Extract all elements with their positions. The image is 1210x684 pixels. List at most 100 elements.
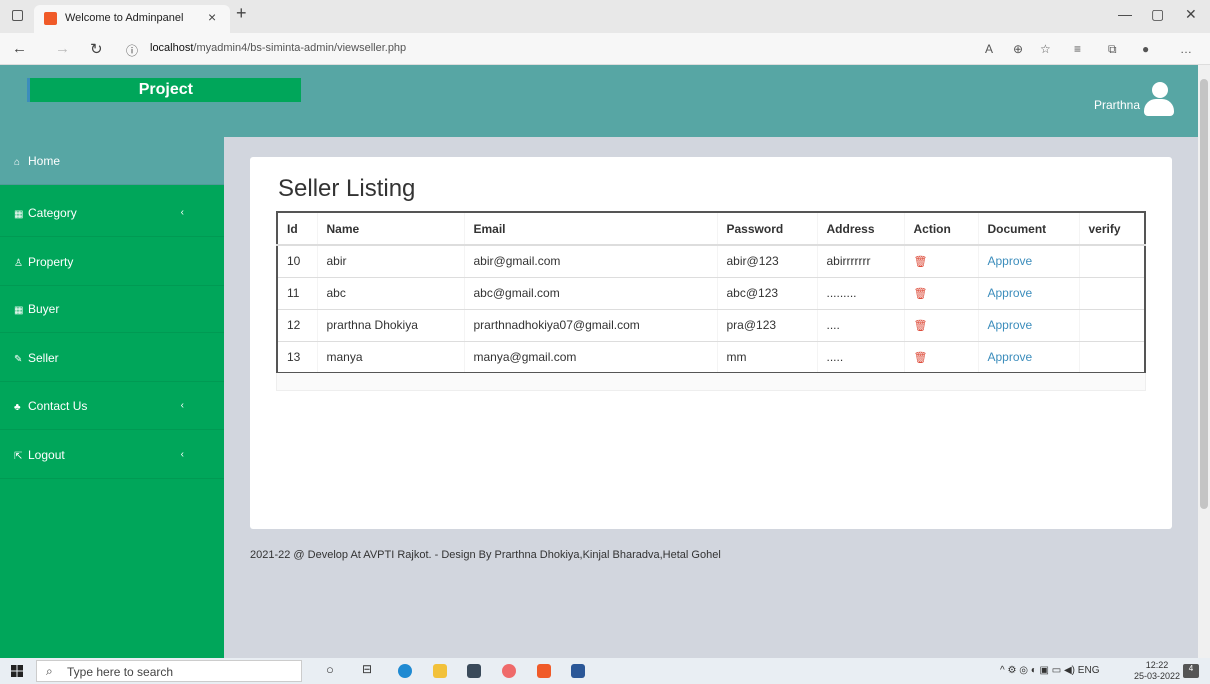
sidebar-item-label: Category [28,206,77,220]
column-header-email: Email [463,211,718,246]
approve-link[interactable]: Approve [988,318,1033,332]
cell-address: ..... [816,340,905,374]
cell-password: abc@123 [716,276,818,310]
column-header-verify: verify [1078,211,1146,246]
delete-icon[interactable]: 🗑 [914,320,928,332]
cell-verify [1078,308,1146,342]
column-header-action: Action [903,211,979,246]
cell-password: mm [716,340,818,374]
sidebar-item-label: Buyer [28,302,60,316]
taskbar-search[interactable]: ⌕ Type here to search [36,660,302,682]
sidebar-item-property[interactable]: ♙ Property [0,238,224,286]
table-footer-strip [276,373,1146,391]
sidebar-item-label: Logout [28,448,65,462]
app-icon[interactable] [502,664,516,678]
cell-email: prarthnadhokiya07@gmail.com [463,308,718,342]
reload-icon[interactable]: ↻ [90,40,103,58]
favorites-icon[interactable]: ≡ [1074,42,1081,56]
approve-link[interactable]: Approve [988,286,1033,300]
collections-icon[interactable]: ⧉ [1108,42,1117,57]
sidebar-item-home[interactable]: ⌂ Home [0,137,224,185]
cell-id: 13 [276,340,318,374]
username[interactable]: Prarthna [1094,98,1140,112]
close-window-icon[interactable]: ✕ [1185,6,1197,23]
sidebar-item-label: Property [28,255,74,269]
profile-icon[interactable]: ● [1142,42,1149,56]
chevron-left-icon: ‹ [180,207,184,218]
tray-language: ENG [1077,665,1100,676]
search-placeholder: Type here to search [67,665,174,679]
cell-id: 10 [276,244,318,278]
read-aloud-icon[interactable]: A [985,42,993,56]
delete-icon[interactable]: 🗑 [914,256,928,268]
sidebar-item-buyer[interactable]: ▦ Buyer [0,285,224,333]
task-view-icon[interactable]: ⊟ [362,662,376,676]
tab-actions-icon[interactable] [12,10,23,21]
zoom-icon[interactable]: ⊕ [1013,42,1023,56]
taskbar: ⌕ Type here to search ○ ⊟ ^ ⚙ ◎ ◐ ▣ ▭ ◀)… [0,658,1210,684]
xampp-icon[interactable] [537,664,551,678]
table-row: 12 prarthna Dhokiya prarthnadhokiya07@gm… [276,308,1146,342]
url-field[interactable]: localhost/myadmin4/bs-siminta-admin/view… [150,42,406,54]
new-tab-button[interactable]: + [236,3,247,24]
sidebar-item-label: Contact Us [28,399,88,413]
scrollbar-thumb[interactable] [1200,79,1208,509]
file-explorer-icon[interactable] [433,664,447,678]
cell-email: abir@gmail.com [463,244,718,278]
column-header-password: Password [716,211,818,246]
sidebar-item-contact-us[interactable]: ♣ Contact Us ‹ [0,382,224,430]
edit-icon: ✎ [14,354,23,365]
back-icon[interactable]: ← [12,40,27,57]
word-icon[interactable] [571,664,585,678]
address-bar: ← → ↻ ⓘ localhost/myadmin4/bs-siminta-ad… [0,33,1210,65]
cell-name: abc [316,276,465,310]
forward-icon[interactable]: → [55,40,70,57]
cortana-icon[interactable]: ○ [326,662,340,677]
favorite-add-icon[interactable]: ☆ [1040,42,1051,56]
search-icon: ⌕ [46,664,53,678]
windows-start-icon[interactable] [11,665,23,677]
delete-icon[interactable]: 🗑 [914,288,928,300]
minimize-icon[interactable]: — [1118,6,1132,22]
mail-icon[interactable] [467,664,481,678]
sidebar-item-category[interactable]: ▦ Category ‹ [0,189,224,237]
browser-tab-bar: Welcome to Adminpanel × + — ▢ ✕ [0,0,1210,33]
approve-link[interactable]: Approve [988,254,1033,268]
column-header-id: Id [276,211,318,246]
tab-close-icon[interactable]: × [208,9,216,25]
edge-icon[interactable] [398,664,412,678]
user-avatar-icon[interactable] [1144,82,1174,116]
cell-document: Approve [977,340,1080,374]
notifications-icon[interactable]: 4 [1183,664,1199,678]
cell-verify [1078,276,1146,310]
cell-document: Approve [977,308,1080,342]
cell-email: manya@gmail.com [463,340,718,374]
cell-id: 11 [276,276,318,310]
more-icon[interactable]: … [1180,42,1192,56]
page-scrollbar[interactable] [1198,65,1210,658]
content-box: Seller Listing Id Name Email Password Ad… [250,157,1172,529]
seller-table: Id Name Email Password Address Action Do… [276,211,1146,374]
delete-icon[interactable]: 🗑 [914,352,928,364]
site-info-icon[interactable]: ⓘ [126,42,138,59]
sidebar-item-seller[interactable]: ✎ Seller [0,334,224,382]
cell-password: abir@123 [716,244,818,278]
cell-id: 12 [276,308,318,342]
sidebar-item-logout[interactable]: ⇱ Logout ‹ [0,431,224,479]
cell-verify [1078,340,1146,374]
system-tray[interactable]: ^ ⚙ ◎ ◐ ▣ ▭ ◀) ENG [1000,665,1099,676]
app-header: Project Prarthna [0,65,1198,137]
browser-tab[interactable]: Welcome to Adminpanel × [34,5,230,33]
cell-action: 🗑 [903,308,979,342]
logo[interactable]: Project [27,78,301,102]
cell-action: 🗑 [903,276,979,310]
cell-name: abir [316,244,465,278]
url-host: localhost [150,42,194,54]
clock[interactable]: 12:22 25-03-2022 [1134,660,1180,682]
table-row: 10 abir abir@gmail.com abir@123 abirrrrr… [276,244,1146,278]
sidebar: ⌂ Home ▦ Category ‹ ♙ Property ▦ Buyer ✎ Sell… [0,137,224,658]
approve-link[interactable]: Approve [988,350,1033,364]
home-icon: ⌂ [14,157,21,168]
restore-icon[interactable]: ▢ [1151,6,1164,23]
cell-address: .... [816,308,905,342]
